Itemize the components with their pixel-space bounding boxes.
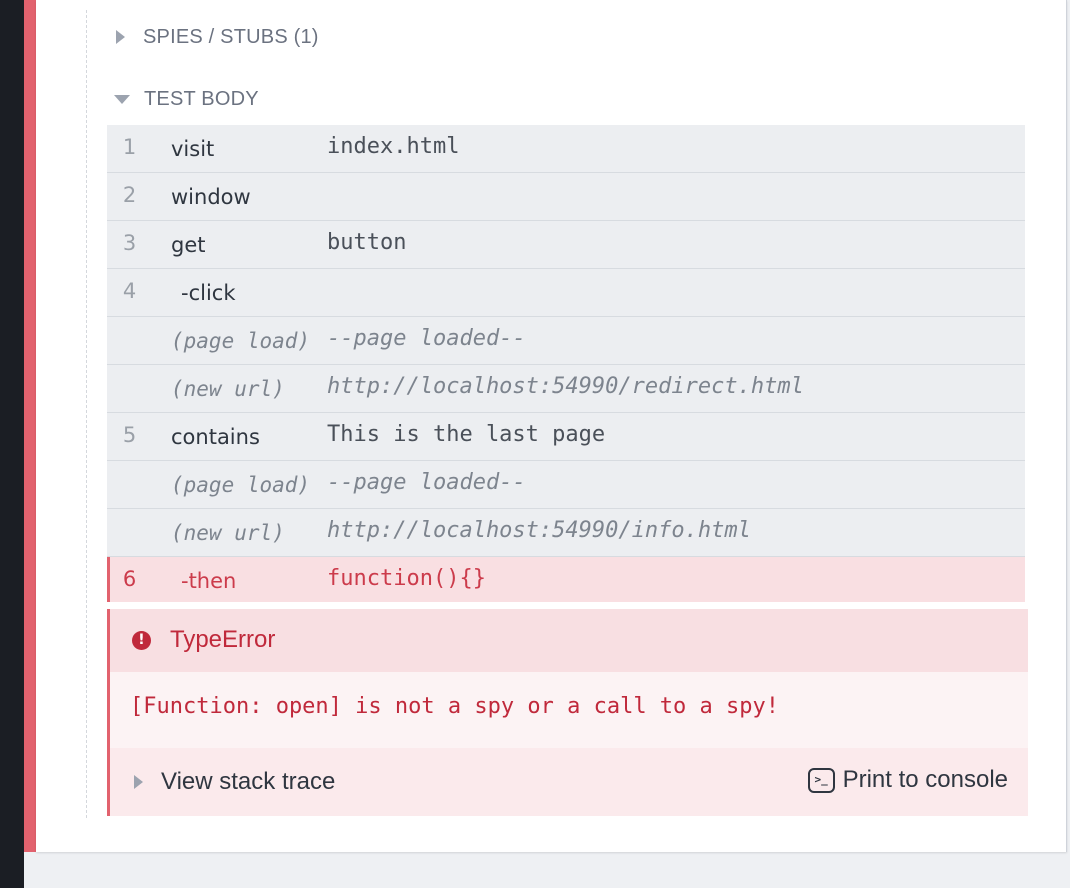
error-header: ! TypeError — [110, 609, 1028, 672]
view-stack-trace-toggle[interactable]: View stack trace — [134, 768, 335, 796]
caret-right-icon — [134, 775, 143, 789]
command-name: visit — [171, 137, 215, 161]
command-number: 3 — [122, 231, 137, 255]
print-to-console-label: Print to console — [842, 766, 1008, 793]
command-name: -click — [181, 281, 236, 305]
spies-stubs-label: SPIES / STUBS (1) — [143, 25, 319, 48]
test-detail-panel: SPIES / STUBS (1) TEST BODY 1 visit inde… — [36, 0, 1067, 852]
command-row[interactable]: 5 contains This is the last page — [107, 413, 1025, 461]
spies-stubs-toggle[interactable]: SPIES / STUBS (1) — [116, 25, 319, 49]
caret-down-icon — [114, 94, 130, 104]
indent-guide — [86, 10, 87, 818]
command-name: contains — [171, 425, 260, 449]
command-number: 1 — [122, 135, 137, 159]
command-number: 6 — [122, 567, 137, 591]
event-name: (page load) — [171, 473, 311, 497]
command-message: index.html — [327, 134, 460, 159]
caret-right-icon — [116, 30, 125, 44]
event-row[interactable]: (new url) http://localhost:54990/info.ht… — [107, 509, 1025, 557]
error-footer: View stack trace >_ Print to console — [110, 748, 1028, 816]
test-failed-indicator — [24, 0, 36, 852]
command-row[interactable]: 1 visit index.html — [107, 125, 1025, 173]
command-number: 4 — [122, 279, 137, 303]
event-message: --page loaded-- — [327, 470, 526, 495]
stack-trace-label: View stack trace — [161, 768, 336, 795]
print-to-console-button[interactable]: >_ Print to console — [807, 766, 1008, 794]
command-row[interactable]: 3 get button — [107, 221, 1025, 269]
command-log: 1 visit index.html 2 window 3 get button… — [107, 125, 1025, 602]
test-body-toggle[interactable]: TEST BODY — [114, 87, 259, 111]
command-number: 5 — [122, 423, 137, 447]
event-message: --page loaded-- — [327, 326, 526, 351]
command-number: 2 — [122, 183, 137, 207]
command-name: -then — [181, 569, 237, 593]
event-name: (page load) — [171, 329, 311, 353]
error-message-area: [Function: open] is not a spy or a call … — [110, 672, 1028, 748]
event-row[interactable]: (page load) --page loaded-- — [107, 461, 1025, 509]
error-message: [Function: open] is not a spy or a call … — [130, 694, 780, 719]
event-name: (new url) — [171, 521, 285, 545]
exclamation-circle-icon: ! — [132, 631, 151, 650]
error-name: TypeError — [170, 626, 276, 653]
error-panel: ! TypeError [Function: open] is not a sp… — [107, 609, 1028, 816]
command-message: button — [327, 230, 407, 255]
event-message: http://localhost:54990/info.html — [327, 518, 751, 543]
command-message: This is the last page — [327, 422, 606, 447]
event-name: (new url) — [171, 377, 285, 401]
command-name: window — [171, 185, 251, 209]
event-message: http://localhost:54990/redirect.html — [327, 374, 804, 399]
command-row[interactable]: 2 window — [107, 173, 1025, 221]
command-row[interactable]: 4 -click — [107, 269, 1025, 317]
event-row[interactable]: (page load) --page loaded-- — [107, 317, 1025, 365]
failed-command-row[interactable]: 6 -then function(){} — [107, 557, 1025, 602]
terminal-icon: >_ — [807, 767, 835, 793]
command-message: function(){} — [327, 566, 486, 591]
test-body-label: TEST BODY — [144, 87, 259, 110]
command-name: get — [171, 233, 206, 257]
left-sidebar-edge — [0, 0, 24, 888]
event-row[interactable]: (new url) http://localhost:54990/redirec… — [107, 365, 1025, 413]
